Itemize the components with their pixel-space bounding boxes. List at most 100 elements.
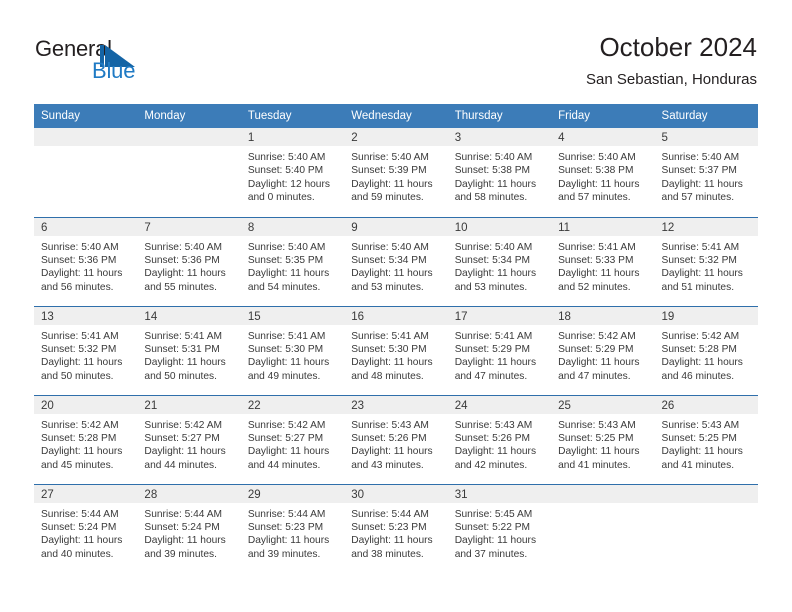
day-detail-line: and 41 minutes. <box>661 459 735 471</box>
day-detail-line: Daylight: 11 hours <box>144 535 226 547</box>
day-detail-line: Daylight: 11 hours <box>247 268 330 280</box>
day-detail-line: Sunrise: 5:40 AM <box>558 152 636 163</box>
weekday-header-friday: Friday <box>551 104 655 128</box>
calendar-day-cell[interactable]: 10 Sunrise: 5:40 AM Sunset: 5:34 PM Dayligh… <box>447 216 552 306</box>
calendar-day-cell[interactable]: 2 Sunrise: 5:40 AM Sunset: 5:39 PM Daylight… <box>344 128 448 217</box>
day-cell-content: 17 Sunrise: 5:41 AM Sunset: 5:29 PM Dayligh… <box>447 306 552 395</box>
day-cell-content: 12 Sunrise: 5:41 AM Sunset: 5:32 PM Dayligh… <box>654 217 758 306</box>
day-cell-content <box>551 484 655 573</box>
day-detail-line: Sunset: 5:25 PM <box>558 432 634 444</box>
calendar-day-cell[interactable]: 29 Sunrise: 5:44 AM Sunset: 5:23 PM Dayligh… <box>240 483 345 573</box>
weekday-header-tuesday: Tuesday <box>240 104 345 128</box>
day-detail-line: Sunset: 5:29 PM <box>454 343 531 355</box>
day-detail-line: and 41 minutes. <box>558 459 631 471</box>
calendar-page: General Blue October 2024 San Sebastian,… <box>0 0 792 612</box>
day-cell-content: 31 Sunrise: 5:45 AM Sunset: 5:22 PM Dayligh… <box>447 484 552 573</box>
day-detail-line: Sunset: 5:30 PM <box>247 343 324 355</box>
day-detail-line: Daylight: 11 hours <box>247 357 330 369</box>
day-number: 26 <box>654 395 758 414</box>
day-cell-content: 6 Sunrise: 5:40 AM Sunset: 5:36 PM Daylight… <box>34 217 138 306</box>
day-detail-line: and 46 minutes. <box>661 370 735 382</box>
day-detail-line: Sunset: 5:38 PM <box>454 165 531 177</box>
day-detail-line: and 57 minutes. <box>558 192 631 204</box>
calendar-day-cell[interactable]: 11 Sunrise: 5:41 AM Sunset: 5:33 PM Dayligh… <box>551 216 655 306</box>
calendar-day-cell[interactable]: 7 Sunrise: 5:40 AM Sunset: 5:36 PM Daylight… <box>137 216 241 306</box>
day-detail-line: Sunrise: 5:41 AM <box>351 330 429 342</box>
day-detail-line: Daylight: 11 hours <box>661 446 743 458</box>
day-sun-details <box>655 503 758 508</box>
day-number: 20 <box>34 395 138 414</box>
day-cell-content: 15 Sunrise: 5:41 AM Sunset: 5:30 PM Dayligh… <box>240 306 345 395</box>
calendar-day-cell[interactable]: 19 Sunrise: 5:42 AM Sunset: 5:28 PM Dayligh… <box>654 305 758 395</box>
page-header: General Blue October 2024 San Sebastian,… <box>0 0 792 100</box>
calendar-day-cell[interactable]: 5 Sunrise: 5:40 AM Sunset: 5:37 PM Daylight… <box>654 128 758 217</box>
day-number: 19 <box>654 306 758 325</box>
title-block: October 2024 San Sebastian, Honduras <box>586 30 757 91</box>
day-detail-line: and 57 minutes. <box>661 192 735 204</box>
calendar-day-cell[interactable]: 23 Sunrise: 5:43 AM Sunset: 5:26 PM Dayligh… <box>344 394 448 484</box>
day-number: 28 <box>137 484 241 503</box>
calendar-day-cell[interactable]: 18 Sunrise: 5:42 AM Sunset: 5:29 PM Dayligh… <box>551 305 655 395</box>
day-detail-line: Daylight: 11 hours <box>558 268 640 280</box>
day-detail-line: Daylight: 11 hours <box>454 357 537 369</box>
calendar-day-cell[interactable]: 30 Sunrise: 5:44 AM Sunset: 5:23 PM Dayligh… <box>344 483 448 573</box>
day-detail-line: Daylight: 11 hours <box>351 268 433 280</box>
day-detail-line: and 44 minutes. <box>247 459 321 471</box>
calendar-day-cell[interactable]: 31 Sunrise: 5:45 AM Sunset: 5:22 PM Dayligh… <box>447 483 552 573</box>
day-number: 15 <box>240 306 345 325</box>
calendar-day-cell[interactable]: 26 Sunrise: 5:43 AM Sunset: 5:25 PM Dayligh… <box>654 394 758 484</box>
page-subtitle: San Sebastian, Honduras <box>586 71 757 88</box>
day-sun-details: Sunrise: 5:44 AM Sunset: 5:24 PM Daylight:… <box>34 503 137 562</box>
day-number: 12 <box>654 217 758 236</box>
day-cell-content: 18 Sunrise: 5:42 AM Sunset: 5:29 PM Dayligh… <box>551 306 655 395</box>
calendar-day-cell[interactable]: 20 Sunrise: 5:42 AM Sunset: 5:28 PM Dayligh… <box>34 394 138 484</box>
day-detail-line: Sunset: 5:32 PM <box>41 343 117 355</box>
calendar-day-cell[interactable]: 22 Sunrise: 5:42 AM Sunset: 5:27 PM Dayligh… <box>240 394 345 484</box>
day-number: 22 <box>240 395 345 414</box>
calendar-day-cell[interactable]: 21 Sunrise: 5:42 AM Sunset: 5:27 PM Dayligh… <box>137 394 241 484</box>
calendar-week-row: 1 Sunrise: 5:40 AM Sunset: 5:40 PM Daylight… <box>34 128 758 217</box>
day-detail-line: Daylight: 11 hours <box>247 535 330 547</box>
day-detail-line: Sunrise: 5:42 AM <box>661 330 740 342</box>
calendar-day-cell[interactable]: 3 Sunrise: 5:40 AM Sunset: 5:38 PM Daylight… <box>447 128 552 217</box>
day-number: 16 <box>344 306 448 325</box>
day-detail-line: Sunrise: 5:42 AM <box>41 419 119 431</box>
calendar-day-cell[interactable]: 25 Sunrise: 5:43 AM Sunset: 5:25 PM Dayligh… <box>551 394 655 484</box>
day-number: 6 <box>34 217 138 236</box>
day-detail-line: Daylight: 11 hours <box>661 178 743 190</box>
day-sun-details: Sunrise: 5:40 AM Sunset: 5:34 PM Daylight:… <box>344 236 447 295</box>
day-detail-line: and 49 minutes. <box>247 370 321 382</box>
day-sun-details: Sunrise: 5:43 AM Sunset: 5:26 PM Daylight:… <box>344 414 447 473</box>
calendar-day-cell[interactable]: 24 Sunrise: 5:43 AM Sunset: 5:26 PM Dayligh… <box>447 394 552 484</box>
day-cell-content: 5 Sunrise: 5:40 AM Sunset: 5:37 PM Daylight… <box>654 128 758 217</box>
calendar-day-cell[interactable]: 16 Sunrise: 5:41 AM Sunset: 5:30 PM Dayligh… <box>344 305 448 395</box>
day-detail-line: Sunset: 5:26 PM <box>454 432 531 444</box>
day-sun-details: Sunrise: 5:42 AM Sunset: 5:27 PM Daylight:… <box>137 414 240 473</box>
day-sun-details: Sunrise: 5:40 AM Sunset: 5:36 PM Daylight:… <box>137 236 240 295</box>
day-detail-line: Sunset: 5:24 PM <box>41 521 117 533</box>
calendar-day-cell[interactable]: 13 Sunrise: 5:41 AM Sunset: 5:32 PM Dayligh… <box>34 305 138 395</box>
calendar-day-cell[interactable]: 15 Sunrise: 5:41 AM Sunset: 5:30 PM Dayligh… <box>240 305 345 395</box>
day-number: 24 <box>447 395 552 414</box>
calendar-day-cell[interactable]: 1 Sunrise: 5:40 AM Sunset: 5:40 PM Daylight… <box>240 128 345 217</box>
day-cell-content: 19 Sunrise: 5:42 AM Sunset: 5:28 PM Dayligh… <box>654 306 758 395</box>
calendar-day-cell[interactable]: 12 Sunrise: 5:41 AM Sunset: 5:32 PM Dayligh… <box>654 216 758 306</box>
day-detail-line: Daylight: 11 hours <box>558 357 640 369</box>
calendar-day-cell[interactable]: 14 Sunrise: 5:41 AM Sunset: 5:31 PM Dayligh… <box>137 305 241 395</box>
day-sun-details <box>34 146 137 151</box>
calendar-day-cell[interactable]: 28 Sunrise: 5:44 AM Sunset: 5:24 PM Dayligh… <box>137 483 241 573</box>
day-detail-line: Sunrise: 5:42 AM <box>558 330 636 342</box>
day-sun-details: Sunrise: 5:43 AM Sunset: 5:25 PM Daylight:… <box>551 414 654 473</box>
calendar-day-cell[interactable]: 4 Sunrise: 5:40 AM Sunset: 5:38 PM Daylight… <box>551 128 655 217</box>
calendar-day-cell[interactable]: 9 Sunrise: 5:40 AM Sunset: 5:34 PM Daylight… <box>344 216 448 306</box>
calendar-week-row: 13 Sunrise: 5:41 AM Sunset: 5:32 PM Dayligh… <box>34 305 758 395</box>
calendar-day-cell[interactable]: 27 Sunrise: 5:44 AM Sunset: 5:24 PM Dayligh… <box>34 483 138 573</box>
calendar-day-cell[interactable]: 8 Sunrise: 5:40 AM Sunset: 5:35 PM Daylight… <box>240 216 345 306</box>
calendar-day-cell[interactable]: 17 Sunrise: 5:41 AM Sunset: 5:29 PM Dayligh… <box>447 305 552 395</box>
day-cell-content <box>34 128 138 217</box>
weekday-header-monday: Monday <box>137 104 241 128</box>
day-cell-content: 1 Sunrise: 5:40 AM Sunset: 5:40 PM Daylight… <box>240 128 345 217</box>
day-sun-details: Sunrise: 5:40 AM Sunset: 5:37 PM Daylight:… <box>655 146 758 205</box>
calendar-day-cell[interactable]: 6 Sunrise: 5:40 AM Sunset: 5:36 PM Daylight… <box>34 216 138 306</box>
general-blue-logo[interactable]: General Blue <box>35 36 215 88</box>
